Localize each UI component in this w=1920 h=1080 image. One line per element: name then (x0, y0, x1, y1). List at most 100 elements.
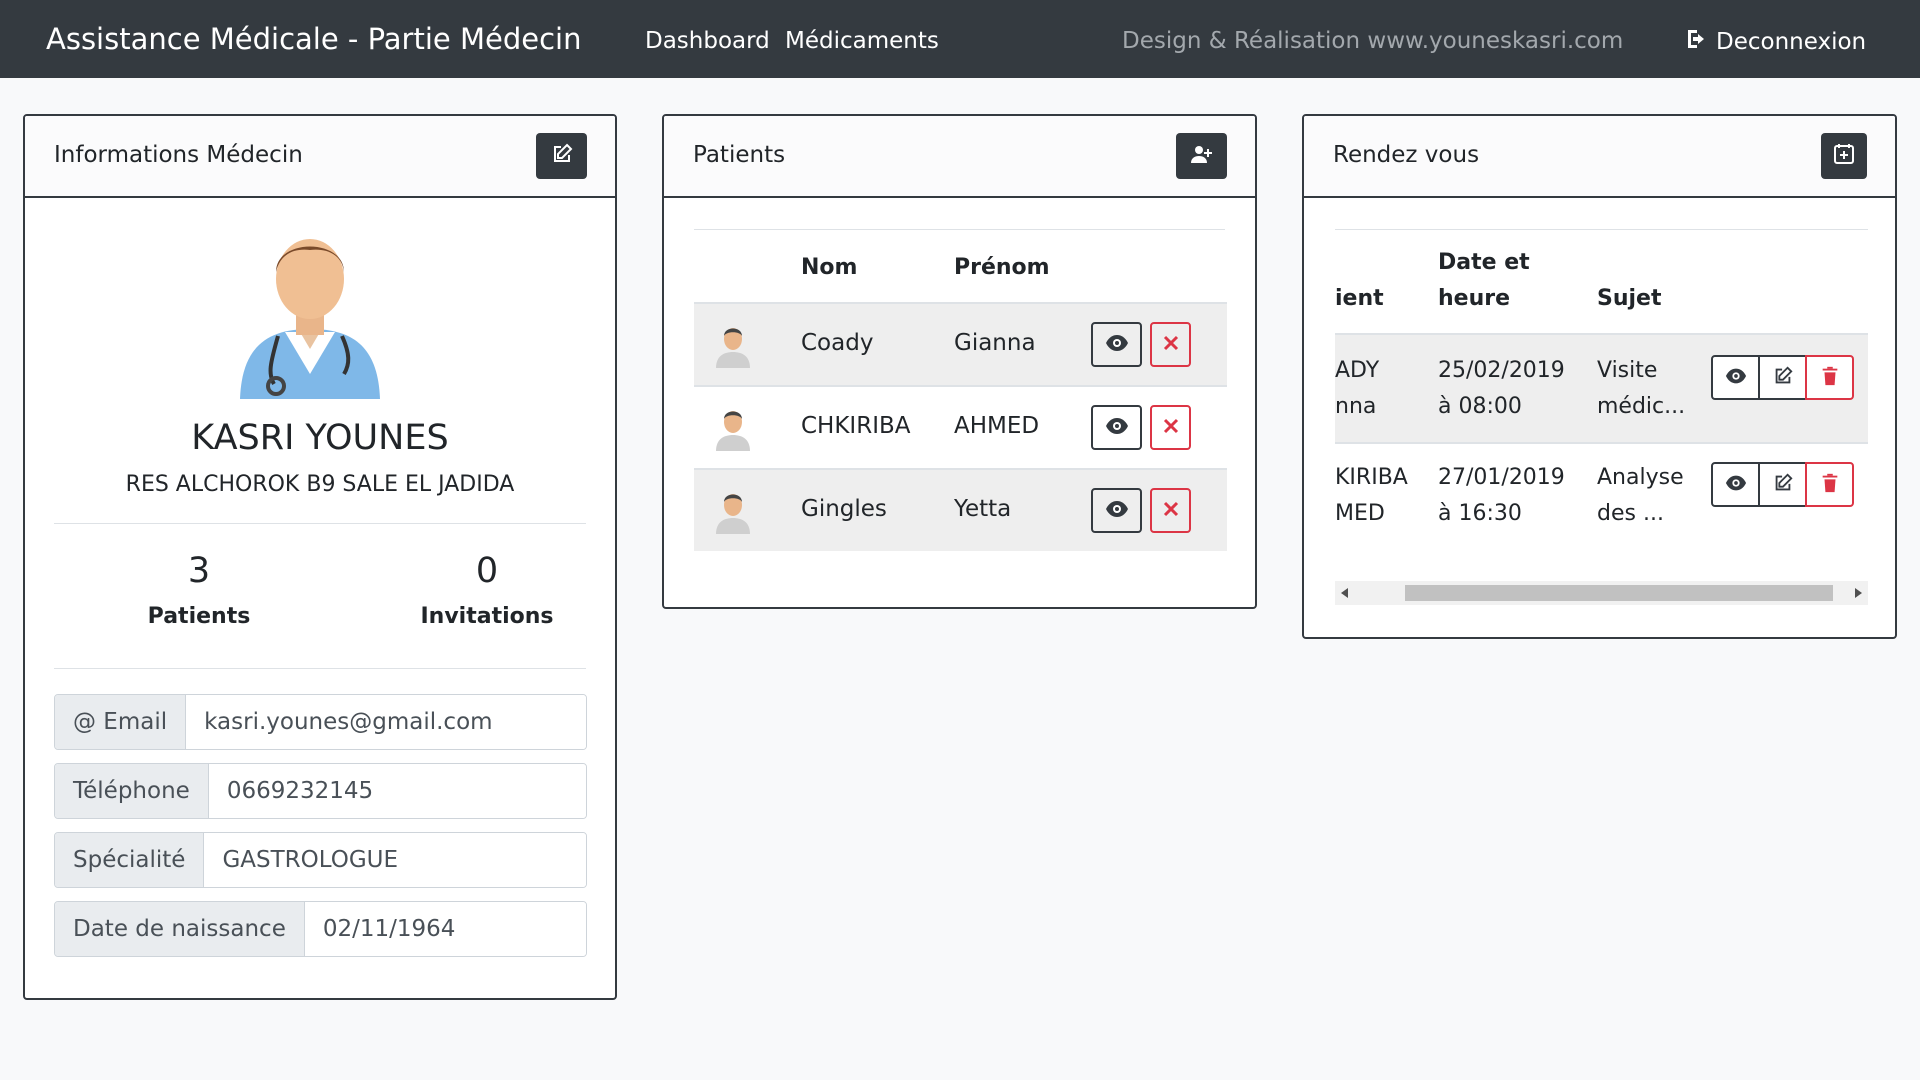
rdv-date-line2: à 16:30 (1438, 501, 1522, 526)
calendar-plus-icon (1832, 142, 1856, 170)
table-row: Coady Gianna (694, 302, 1227, 385)
patient-prenom: Gianna (954, 330, 1036, 356)
rdv-patient-line1: ADY (1335, 358, 1380, 383)
specialty-value[interactable]: GASTROLOGUE (204, 833, 586, 887)
divider (54, 523, 586, 524)
col-header-nom: Nom (801, 255, 858, 280)
table-row: Gingles Yetta (694, 468, 1227, 551)
col-header-date-line2: heure (1438, 286, 1511, 311)
eye-icon (1105, 497, 1129, 525)
appointments-table-scroll[interactable]: ient Date et heure Sujet ADY nna 25/02/2… (1335, 229, 1868, 551)
table-row: CHKIRIBA AHMED (694, 385, 1227, 468)
edit-appointment-button[interactable] (1758, 462, 1807, 507)
phone-label: Téléphone (55, 764, 209, 818)
specialty-field: Spécialité GASTROLOGUE (54, 832, 587, 888)
horizontal-scrollbar[interactable] (1335, 581, 1868, 605)
rdv-subject-line1: Visite (1597, 358, 1658, 383)
add-appointment-button[interactable] (1821, 133, 1867, 179)
birthdate-value[interactable]: 02/11/1964 (304, 902, 586, 956)
patient-avatar (712, 324, 754, 368)
user-plus-icon (1190, 142, 1214, 170)
patients-count: 3 (187, 551, 211, 591)
invitations-count: 0 (475, 551, 499, 591)
times-icon (1162, 334, 1180, 356)
doctor-address: RES ALCHOROK B9 SALE EL JADIDA (125, 472, 515, 497)
col-header-patient: ient (1335, 286, 1384, 311)
scroll-right-arrow[interactable] (1848, 581, 1868, 605)
view-appointment-button[interactable] (1711, 355, 1760, 400)
navbar: Assistance Médicale - Partie Médecin Das… (0, 0, 1920, 78)
email-label: @ Email (55, 695, 187, 749)
email-field: @ Email kasri.younes@gmail.com (54, 694, 587, 750)
delete-appointment-button[interactable] (1805, 355, 1854, 400)
rdv-date-line1: 25/02/2019 (1438, 358, 1565, 383)
view-appointment-button[interactable] (1711, 462, 1760, 507)
view-patient-button[interactable] (1091, 405, 1142, 450)
rdv-action-group (1711, 355, 1854, 400)
trash-icon (1819, 472, 1841, 498)
nav-link-dashboard[interactable]: Dashboard (645, 28, 770, 54)
rdv-patient-line2: nna (1335, 394, 1377, 419)
times-icon (1162, 417, 1180, 439)
rdv-subject-line2: des ... (1597, 501, 1664, 526)
phone-field: Téléphone 0669232145 (54, 763, 587, 819)
doctor-name: KASRI YOUNES (191, 418, 449, 458)
card-header: Rendez vous (1304, 116, 1895, 198)
view-patient-button[interactable] (1091, 322, 1142, 367)
col-header-date-line1: Date et (1438, 250, 1530, 275)
add-patient-button[interactable] (1176, 133, 1227, 179)
phone-value[interactable]: 0669232145 (208, 764, 586, 818)
appointments-table: ient Date et heure Sujet ADY nna 25/02/2… (1335, 229, 1868, 551)
delete-patient-button[interactable] (1150, 488, 1191, 533)
eye-icon (1105, 414, 1129, 442)
specialty-label: Spécialité (55, 833, 205, 887)
patient-prenom: Yetta (954, 496, 1012, 522)
card-title: Informations Médecin (54, 142, 303, 168)
appointments-card: Rendez vous ient Date et heure Sujet ADY… (1302, 114, 1897, 639)
eye-icon (1725, 365, 1747, 391)
patient-nom: Gingles (801, 496, 887, 522)
table-row: KIRIBA MED 27/01/2019 à 16:30 Analyse de… (1335, 442, 1868, 551)
card-header: Patients (664, 116, 1255, 198)
invitations-count-label: Invitations (420, 604, 554, 629)
card-title: Rendez vous (1333, 142, 1480, 168)
email-value[interactable]: kasri.younes@gmail.com (186, 695, 586, 749)
app-brand[interactable]: Assistance Médicale - Partie Médecin (46, 22, 581, 56)
eye-icon (1105, 331, 1129, 359)
table-top-border (694, 229, 1225, 230)
doctor-info-card: Informations Médecin KASRI YOUNES RES AL… (23, 114, 617, 1000)
scrollbar-thumb[interactable] (1405, 585, 1833, 601)
times-icon (1162, 500, 1180, 522)
edit-icon (1772, 365, 1794, 391)
rdv-subject-line1: Analyse (1597, 465, 1684, 490)
patient-avatar (712, 407, 754, 451)
edit-icon (550, 142, 574, 170)
rdv-date-line1: 27/01/2019 (1438, 465, 1565, 490)
rdv-action-group (1711, 462, 1854, 507)
eye-icon (1725, 472, 1747, 498)
patients-card: Patients Nom Prénom Coady Gianna CHKIRIB… (662, 114, 1257, 609)
table-top-border (1335, 229, 1868, 230)
patient-nom: Coady (801, 330, 874, 356)
delete-patient-button[interactable] (1150, 322, 1191, 367)
nav-link-medicaments[interactable]: Médicaments (785, 28, 939, 54)
rdv-patient-line1: KIRIBA (1335, 465, 1408, 490)
edit-appointment-button[interactable] (1758, 355, 1807, 400)
sign-out-icon (1684, 27, 1708, 57)
rdv-patient-line2: MED (1335, 501, 1385, 526)
delete-patient-button[interactable] (1150, 405, 1191, 450)
card-header: Informations Médecin (25, 116, 615, 198)
col-header-prenom: Prénom (954, 255, 1050, 280)
credit-text: Design & Réalisation www.youneskasri.com (1122, 28, 1624, 54)
rdv-subject-line2: médic... (1597, 394, 1686, 419)
birthdate-field: Date de naissance 02/11/1964 (54, 901, 587, 957)
patients-count-label: Patients (147, 604, 251, 629)
col-header-sujet: Sujet (1597, 286, 1662, 311)
edit-icon (1772, 472, 1794, 498)
delete-appointment-button[interactable] (1805, 462, 1854, 507)
edit-doctor-button[interactable] (536, 133, 587, 179)
logout-button[interactable]: Deconnexion (1684, 27, 1866, 57)
trash-icon (1819, 365, 1841, 391)
view-patient-button[interactable] (1091, 488, 1142, 533)
scroll-left-arrow[interactable] (1335, 581, 1355, 605)
